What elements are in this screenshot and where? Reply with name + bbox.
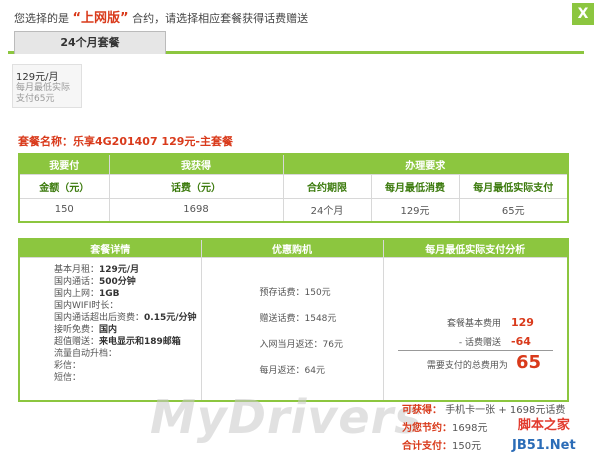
detail-row: 国内WIFI时长： [54,300,201,312]
plan-details-list: 基本月租：129元/月 国内通话：500分钟 国内上网：1GB 国内WIFI时长： 国内… [20,258,201,384]
detail-row: 国内通话：500分钟 [54,276,201,288]
analysis-divider [397,349,553,351]
summary-gain-label: 可获得： [402,405,442,416]
col-amount: 金额（元） [18,173,110,199]
col-term: 合约期限 [282,173,372,199]
plan-card-sub1: 每月最低实际 [16,83,71,93]
plan-card[interactable]: 129元/月 每月最低实际 支付65元 [12,64,82,108]
detail-label: 短信： [54,372,82,383]
plan-detail-table: 套餐详情 优惠购机 每月最低实际支付分析 基本月租：129元/月 国内通话：500… [18,238,569,402]
analysis-base: 套餐基本费用 129 [447,316,539,329]
summary-save-value: 1698元 [452,423,488,434]
plan-card-price: 129元/月 [16,72,59,83]
purchase-cell: 预存话费：150元 赠送话费：1548元 入网当月返还：76元 每月返还：64元 [200,256,384,402]
col-credit: 话费（元） [108,173,284,199]
analysis-base-value: 129 [511,315,534,329]
detail-label: 国内通话： [54,276,100,287]
detail-value: 500分钟 [99,276,136,287]
analysis-cell: 套餐基本费用 129 - 话费赠送 -64 需要支付的总费用为 65 [382,256,569,402]
analysis-gift-value: -64 [511,334,531,348]
detail-label: 彩信： [54,360,82,371]
cell-credit: 1698 [108,197,284,223]
detail-label: 基本月租： [54,264,100,275]
col-min-spend: 每月最低消费 [370,173,460,199]
close-button[interactable]: X [572,3,594,25]
cell-term: 24个月 [282,197,372,223]
header-prefix: 您选择的是 [14,12,69,25]
purchase-monthly: 每月返还：64元 [259,365,325,376]
detail-label: 接听免费： [54,324,100,335]
analysis-base-label: 套餐基本费用 [446,318,501,329]
purchase-prestore: 预存话费：150元 [259,287,331,298]
detail-value: 0.15元/分钟 [144,312,197,323]
detail-value: 129元/月 [99,264,140,275]
watermark-mydrivers: MyDrivers [150,390,423,444]
detail-label: 国内通话超出后资费： [54,312,145,323]
summary-pay-value: 150元 [452,441,482,452]
header-highlight: “上网版” [72,11,129,26]
header-suffix: 合约，请选择相应套餐获得话费赠送 [132,12,309,25]
tab-24-month[interactable]: 24个月套餐 [14,31,166,54]
analysis-total-label: 需要支付的总费用为 [426,360,508,371]
group-header-get: 我获得 [108,153,284,175]
plan-details-cell: 基本月租：129元/月 国内通话：500分钟 国内上网：1GB 国内WIFI时长： 国内… [18,256,202,402]
summary-pay-label: 合计支付： [402,441,452,452]
header-text: 您选择的是 “上网版” 合约，请选择相应套餐获得话费赠送 [14,7,308,26]
analysis-gift: - 话费赠送 -64 [459,335,539,348]
purchase-list: 预存话费：150元 赠送话费：1548元 入网当月返还：76元 每月返还：64元 [202,258,383,384]
detail-row: 国内通话超出后资费：0.15元/分钟 [54,312,201,324]
detail-row: 超值赠送：来电显示和189邮箱 [54,336,201,348]
detail-label: 超值赠送： [54,336,100,347]
detail-value: 1GB [99,288,120,299]
cell-min-pay: 65元 [458,197,569,223]
detail-row: 基本月租：129元/月 [54,264,201,276]
detail-row: 彩信： [54,360,201,372]
detail-label: 流量自动升档： [54,348,118,359]
detail-value: 来电显示和189邮箱 [99,336,181,347]
purchase-first-month: 入网当月返还：76元 [259,339,343,350]
detail-row: 流量自动升档： [54,348,201,360]
analysis-panel: 套餐基本费用 129 - 话费赠送 -64 需要支付的总费用为 65 [384,258,568,398]
analysis-total-value: 65 [515,351,541,373]
plan-card-sub2: 支付65元 [16,94,55,104]
watermark-site2: JB51.Net [512,438,576,453]
col-min-pay: 每月最低实际支付 [458,173,569,199]
group-header-pay: 我要付 [18,153,110,175]
analysis-gift-label: - 话费赠送 [458,337,501,348]
header-plan-details: 套餐详情 [18,238,202,258]
summary-gain-value: 手机卡一张 + 1698元话费 [445,405,566,416]
dialog-header: 您选择的是 “上网版” 合约，请选择相应套餐获得话费赠送 X [0,0,600,30]
analysis-total: 需要支付的总费用为 65 [427,352,541,373]
purchase-gift: 赠送话费：1548元 [259,313,337,324]
tab-bar: 24个月套餐 [8,31,584,54]
detail-value: 国内 [99,324,118,335]
detail-row: 接听免费：国内 [54,324,201,336]
watermark-jb51: 脚本之家 JB51.Net [512,416,576,456]
cell-amount: 150 [18,197,110,223]
detail-label: 国内上网： [54,288,100,299]
plan-name: 套餐名称：乐享4G201407 129元-主套餐 [18,135,233,148]
summary-save-label: 为您节约： [402,423,452,434]
detail-label: 国内WIFI时长： [54,300,119,311]
group-header-requirements: 办理要求 [282,153,569,175]
watermark-site1: 脚本之家 [517,418,570,433]
detail-row: 短信： [54,372,201,384]
plan-summary-table: 我要付 我获得 办理要求 金额（元） 话费（元） 合约期限 每月最低消费 每月最… [18,153,569,223]
detail-row: 国内上网：1GB [54,288,201,300]
header-analysis: 每月最低实际支付分析 [382,238,569,258]
header-purchase: 优惠购机 [200,238,384,258]
cell-min-spend: 129元 [370,197,460,223]
